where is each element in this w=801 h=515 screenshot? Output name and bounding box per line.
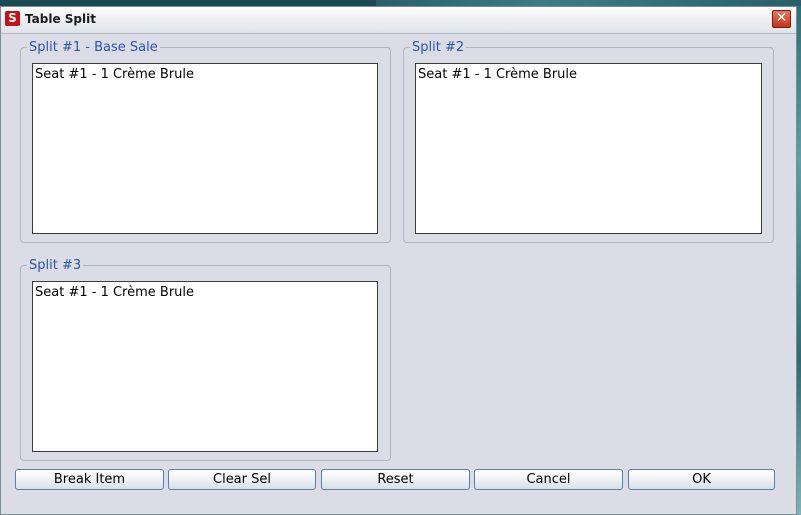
split-1-list[interactable]: Seat #1 - 1 Crème Brule bbox=[32, 63, 378, 234]
split-3-list[interactable]: Seat #1 - 1 Crème Brule bbox=[32, 281, 378, 452]
cancel-button[interactable]: Cancel bbox=[474, 469, 623, 490]
split-1-legend: Split #1 - Base Sale bbox=[29, 40, 158, 55]
list-item[interactable]: Seat #1 - 1 Crème Brule bbox=[35, 285, 375, 301]
window-title: Table Split bbox=[25, 12, 96, 26]
split-2-legend: Split #2 bbox=[412, 40, 465, 55]
title-bar[interactable]: S Table Split ✕ bbox=[1, 7, 796, 34]
close-button[interactable]: ✕ bbox=[772, 10, 791, 28]
split-3-legend: Split #3 bbox=[29, 258, 82, 273]
desktop-background-edge bbox=[797, 6, 801, 515]
list-item[interactable]: Seat #1 - 1 Crème Brule bbox=[35, 67, 375, 83]
app-icon: S bbox=[5, 11, 20, 26]
list-item[interactable]: Seat #1 - 1 Crème Brule bbox=[418, 67, 759, 83]
break-item-button[interactable]: Break Item bbox=[15, 469, 164, 490]
split-2-list[interactable]: Seat #1 - 1 Crème Brule bbox=[415, 63, 762, 234]
clear-sel-button[interactable]: Clear Sel bbox=[168, 469, 316, 490]
reset-button[interactable]: Reset bbox=[321, 469, 470, 490]
ok-button[interactable]: OK bbox=[628, 469, 775, 490]
